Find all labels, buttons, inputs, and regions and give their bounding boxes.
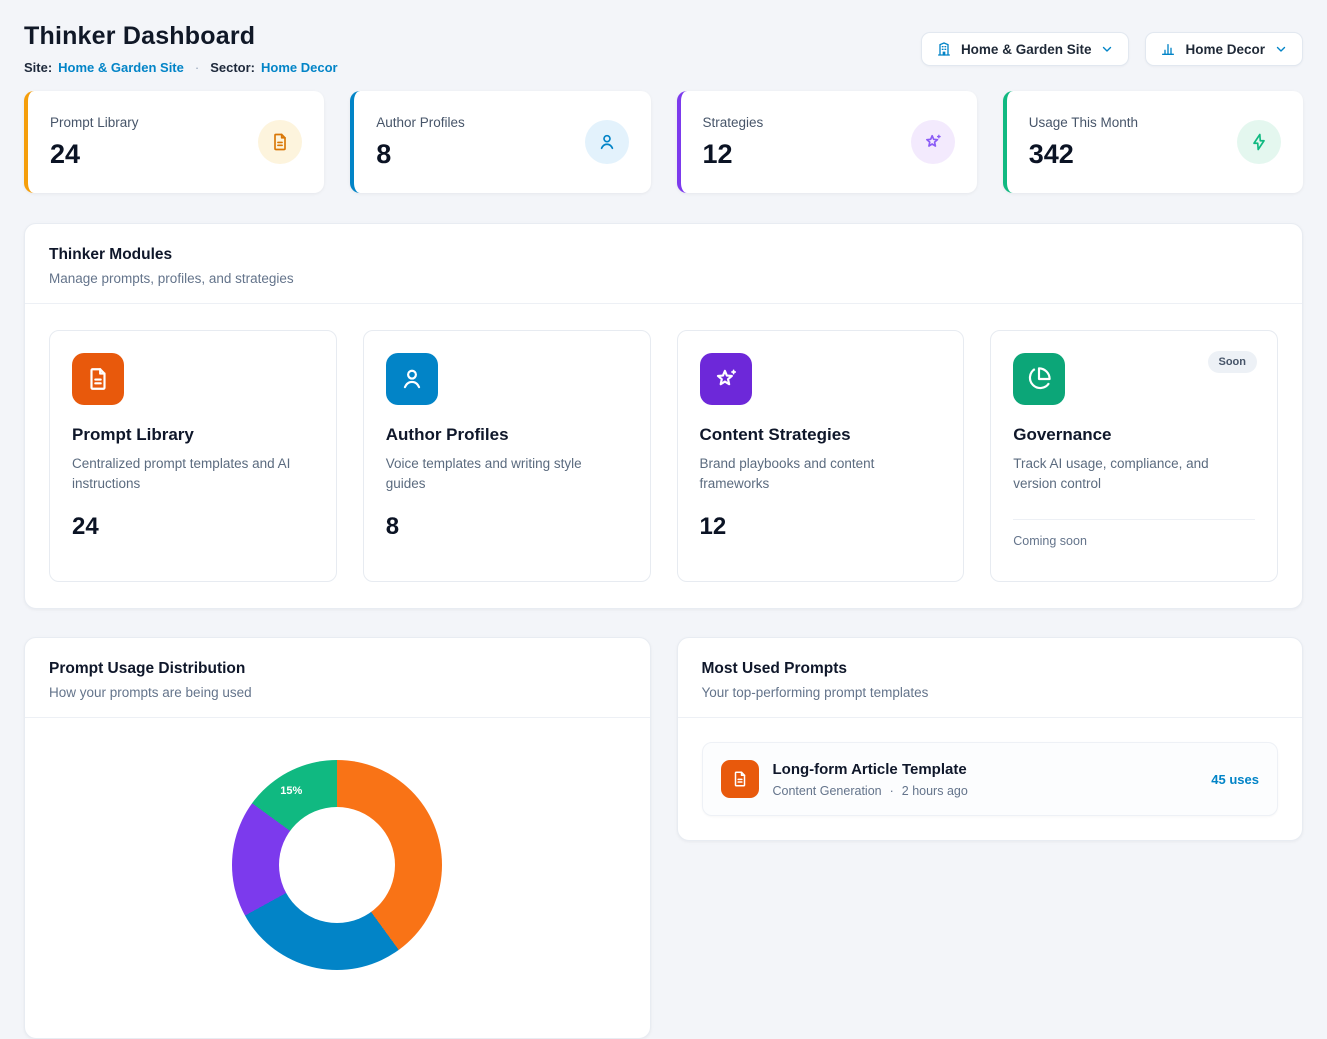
most-used-panel: Most Used Prompts Your top-performing pr…	[677, 637, 1304, 841]
module-title: Governance	[1013, 425, 1255, 445]
stat-value: 24	[50, 139, 139, 170]
prompt-item-uses: 45 uses	[1211, 772, 1259, 787]
stat-value: 342	[1029, 139, 1138, 170]
dashboard-page: Thinker Dashboard Site: Home & Garden Si…	[0, 0, 1327, 1039]
prompt-item-category: Content Generation	[773, 784, 882, 798]
chevron-down-icon	[1274, 42, 1288, 56]
separator-dot: ·	[890, 784, 894, 798]
pie-chart-icon	[1013, 353, 1065, 405]
chart-area: 15%	[25, 718, 650, 1038]
module-card-governance[interactable]: Soon Governance Track AI usage, complian…	[990, 330, 1278, 582]
site-link[interactable]: Home & Garden Site	[58, 60, 184, 75]
module-title: Content Strategies	[700, 425, 942, 445]
stat-card-author-profiles: Author Profiles 8	[350, 91, 650, 193]
module-card-content-strategies[interactable]: Content Strategies Brand playbooks and c…	[677, 330, 965, 582]
sector-selector-dropdown[interactable]: Home Decor	[1145, 32, 1303, 66]
module-card-author-profiles[interactable]: Author Profiles Voice templates and writ…	[363, 330, 651, 582]
stat-card-strategies: Strategies 12	[677, 91, 977, 193]
user-icon	[585, 120, 629, 164]
bar-chart-icon	[1160, 41, 1176, 57]
usage-panel-title: Prompt Usage Distribution	[49, 660, 626, 678]
stat-value: 8	[376, 139, 465, 170]
most-used-title: Most Used Prompts	[702, 660, 1279, 678]
module-description: Track AI usage, compliance, and version …	[1013, 454, 1248, 495]
stat-text: Prompt Library 24	[50, 115, 139, 170]
header-selectors: Home & Garden Site Home Decor	[921, 32, 1303, 66]
sparkle-icon	[700, 353, 752, 405]
bolt-icon	[1237, 120, 1281, 164]
page-title: Thinker Dashboard	[24, 22, 338, 51]
prompt-item-time: 2 hours ago	[902, 784, 968, 798]
module-count: 12	[700, 513, 942, 541]
prompt-item-title: Long-form Article Template	[773, 761, 968, 778]
modules-panel-title: Thinker Modules	[49, 246, 1278, 264]
stat-value: 12	[703, 139, 764, 170]
document-icon	[721, 760, 759, 798]
prompt-list: Long-form Article Template Content Gener…	[678, 718, 1303, 840]
module-count: 24	[72, 513, 314, 541]
most-used-subtitle: Your top-performing prompt templates	[702, 685, 1279, 700]
module-description: Centralized prompt templates and AI inst…	[72, 454, 307, 495]
user-icon	[386, 353, 438, 405]
stat-card-usage: Usage This Month 342	[1003, 91, 1303, 193]
sector-label: Sector:	[210, 60, 255, 75]
sparkle-icon	[911, 120, 955, 164]
coming-soon-label: Coming soon	[1013, 534, 1255, 548]
prompt-item-meta: Content Generation · 2 hours ago	[773, 784, 968, 798]
soon-badge: Soon	[1208, 351, 1258, 373]
module-title: Prompt Library	[72, 425, 314, 445]
list-item[interactable]: Long-form Article Template Content Gener…	[702, 742, 1279, 816]
module-title: Author Profiles	[386, 425, 628, 445]
building-icon	[936, 41, 952, 57]
divider	[1013, 519, 1255, 520]
sector-link[interactable]: Home Decor	[261, 60, 338, 75]
modules-panel-subtitle: Manage prompts, profiles, and strategies	[49, 271, 1278, 286]
document-icon	[72, 353, 124, 405]
document-icon	[258, 120, 302, 164]
breadcrumb: Site: Home & Garden Site · Sector: Home …	[24, 60, 338, 75]
stat-label: Author Profiles	[376, 115, 465, 130]
usage-panel-header: Prompt Usage Distribution How your promp…	[25, 638, 650, 717]
stat-text: Usage This Month 342	[1029, 115, 1138, 170]
stats-row: Prompt Library 24 Author Profiles 8 Stra…	[24, 91, 1303, 193]
stat-label: Usage This Month	[1029, 115, 1138, 130]
separator-dot: ·	[195, 60, 199, 75]
site-selector-dropdown[interactable]: Home & Garden Site	[921, 32, 1130, 66]
prompt-usage-panel: Prompt Usage Distribution How your promp…	[24, 637, 651, 1039]
prompt-item-text: Long-form Article Template Content Gener…	[773, 761, 968, 798]
module-description: Voice templates and writing style guides	[386, 454, 621, 495]
donut-chart[interactable]: 15%	[232, 760, 442, 970]
site-selector-label: Home & Garden Site	[961, 42, 1092, 57]
page-header: Thinker Dashboard Site: Home & Garden Si…	[24, 22, 1303, 75]
stat-label: Prompt Library	[50, 115, 139, 130]
stat-label: Strategies	[703, 115, 764, 130]
stat-card-prompt-library: Prompt Library 24	[24, 91, 324, 193]
header-left: Thinker Dashboard Site: Home & Garden Si…	[24, 22, 338, 75]
module-card-prompt-library[interactable]: Prompt Library Centralized prompt templa…	[49, 330, 337, 582]
site-label: Site:	[24, 60, 52, 75]
usage-panel-subtitle: How your prompts are being used	[49, 685, 626, 700]
chart-segment-label: 15%	[280, 785, 302, 797]
chevron-down-icon	[1100, 42, 1114, 56]
stat-text: Strategies 12	[703, 115, 764, 170]
thinker-modules-panel: Thinker Modules Manage prompts, profiles…	[24, 223, 1303, 609]
sector-selector-label: Home Decor	[1185, 42, 1265, 57]
modules-grid: Prompt Library Centralized prompt templa…	[25, 304, 1302, 608]
modules-panel-header: Thinker Modules Manage prompts, profiles…	[25, 224, 1302, 303]
stat-text: Author Profiles 8	[376, 115, 465, 170]
module-description: Brand playbooks and content frameworks	[700, 454, 935, 495]
bottom-row: Prompt Usage Distribution How your promp…	[24, 637, 1303, 1039]
module-count: 8	[386, 513, 628, 541]
most-used-header: Most Used Prompts Your top-performing pr…	[678, 638, 1303, 717]
